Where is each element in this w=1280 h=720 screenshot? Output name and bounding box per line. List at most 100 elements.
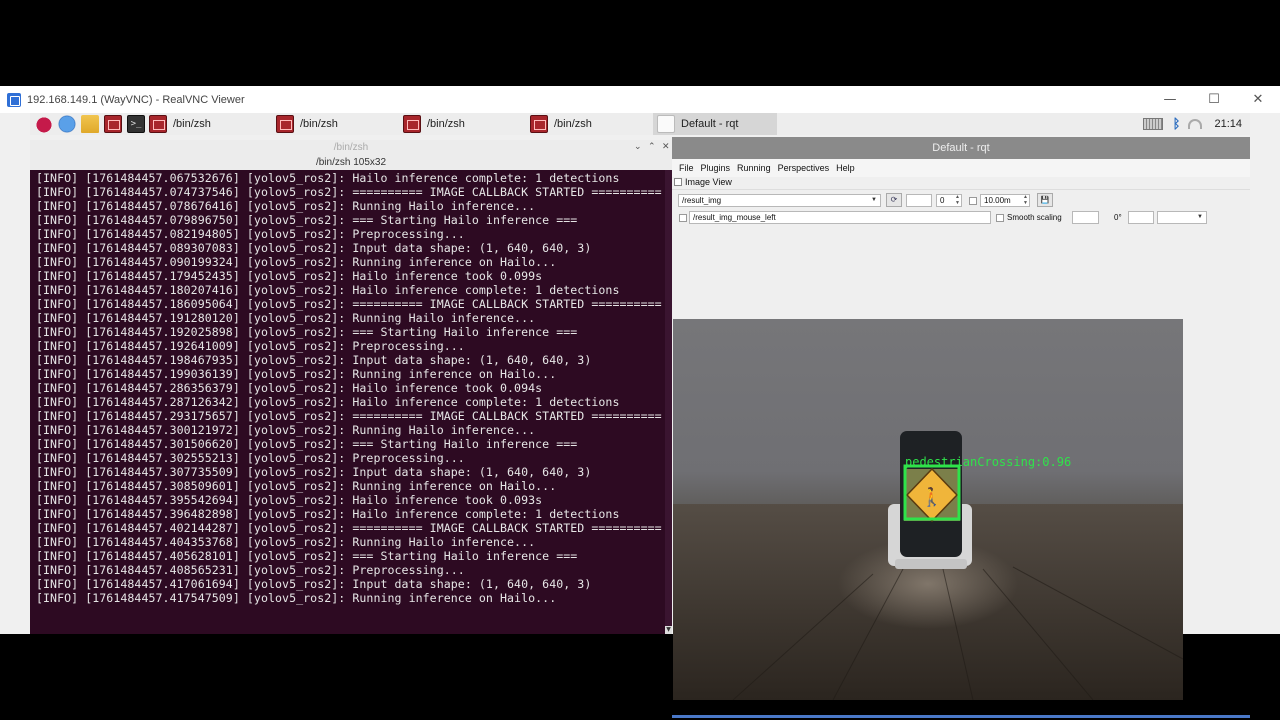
rqt-window: Default - rqt File Plugins Running Persp… — [672, 137, 1250, 718]
mouse-topic-input[interactable]: /result_img_mouse_left — [689, 211, 991, 224]
camera-scene: 🚶 pedestrianCrossing:0.96 — [673, 431, 1183, 700]
task-label: Default - rqt — [681, 118, 739, 130]
rqt-status-strip — [672, 715, 1250, 718]
task-label: /bin/zsh — [300, 118, 338, 130]
window-title: 192.168.149.1 (WayVNC) - RealVNC Viewer — [27, 93, 245, 106]
plugin-dock-icon[interactable] — [674, 178, 682, 186]
system-tray: ᛒ 21:14 — [1142, 113, 1250, 135]
terminal-close-icon[interactable]: ✕ — [662, 142, 670, 152]
chevron-down-icon: ▼ — [871, 197, 877, 203]
rqt-window-icon — [657, 115, 675, 133]
rotation-label: 0° — [1114, 213, 1122, 222]
stand-base — [895, 559, 967, 569]
terminal-icon — [276, 115, 294, 133]
plugin-title-label: Image View — [685, 177, 732, 187]
terminal-line: [INFO] [1761484457.089307083] [yolov5_ro… — [36, 241, 592, 255]
save-image-button[interactable]: 💾 — [1037, 193, 1053, 207]
task-label: /bin/zsh — [427, 118, 465, 130]
taskbar-task-rqt[interactable]: Default - rqt — [653, 113, 777, 135]
taskbar-task-zsh-3[interactable]: /bin/zsh — [399, 113, 526, 135]
terminal-line: [INFO] [1761484457.308509601] [yolov5_ro… — [36, 479, 557, 493]
vnc-titlebar: 192.168.149.1 (WayVNC) - RealVNC Viewer … — [0, 86, 1280, 113]
blank-field[interactable] — [906, 194, 932, 207]
file-manager-icon[interactable] — [81, 115, 99, 133]
terminal-line: [INFO] [1761484457.300121972] [yolov5_ro… — [36, 423, 536, 437]
menu-perspectives[interactable]: Perspectives — [778, 163, 830, 173]
terminal-line: [INFO] [1761484457.396482898] [yolov5_ro… — [36, 507, 620, 521]
taskbar-task-zsh-1[interactable]: /bin/zsh — [145, 113, 272, 135]
terminal-icon — [530, 115, 548, 133]
terminal-line: [INFO] [1761484457.078676416] [yolov5_ro… — [36, 199, 536, 213]
timeout-spinbox[interactable]: 10.00m ▲ ▼ — [980, 194, 1030, 207]
taskbar: >_ /bin/zsh /bin/zsh /bin/zsh /bin/zsh D… — [30, 113, 1250, 135]
terminal-line: [INFO] [1761484457.301506620] [yolov5_ro… — [36, 437, 578, 451]
wifi-icon[interactable] — [1188, 119, 1203, 129]
raspberry-menu-icon[interactable] — [35, 115, 53, 133]
terminal-line: [INFO] [1761484457.286356379] [yolov5_ro… — [36, 381, 543, 395]
terminal-line: [INFO] [1761484457.287126342] [yolov5_ro… — [36, 395, 620, 409]
smooth-scaling-checkbox[interactable] — [996, 214, 1004, 222]
terminal-icon — [403, 115, 421, 133]
frame-spin-value: 0 — [940, 196, 945, 205]
terminal-line: [INFO] [1761484457.307735509] [yolov5_ro… — [36, 465, 592, 479]
camera-image[interactable]: 🚶 pedestrianCrossing:0.96 — [673, 319, 1183, 700]
plugin-title: Image View — [674, 177, 732, 187]
terminal-scrollbar[interactable]: ▼ — [665, 170, 672, 634]
frame-spinbox[interactable]: 0 ▲ ▼ — [936, 194, 962, 207]
keyboard-icon[interactable] — [1142, 118, 1163, 130]
terminal-window[interactable]: /bin/zsh /bin/zsh 105x32 ⌄ ⌃ ✕ [INFO] [1… — [30, 140, 672, 634]
spin-arrows-icon: ▲ ▼ — [955, 194, 960, 206]
bluetooth-icon[interactable]: ᛒ — [1173, 117, 1181, 132]
maximize-button[interactable]: ☐ — [1192, 86, 1236, 113]
refresh-topics-button[interactable]: ⟳ — [886, 193, 902, 207]
menu-file[interactable]: File — [679, 163, 694, 173]
terminal-output[interactable]: [INFO] [1761484457.067532676] [yolov5_ro… — [36, 171, 666, 605]
taskbar-task-zsh-4[interactable]: /bin/zsh — [526, 113, 653, 135]
terminal-line: [INFO] [1761484457.404353768] [yolov5_ro… — [36, 535, 536, 549]
detection-label: pedestrianCrossing:0.96 — [905, 455, 1071, 469]
scale-field[interactable] — [1072, 211, 1099, 224]
terminal-line: [INFO] [1761484457.402144287] [yolov5_ro… — [36, 521, 662, 535]
menu-plugins[interactable]: Plugins — [701, 163, 731, 173]
mouse-publish-checkbox[interactable] — [679, 214, 687, 222]
topic-select[interactable]: /result_img ▼ — [678, 194, 881, 207]
menu-help[interactable]: Help — [836, 163, 855, 173]
close-button[interactable]: ✕ — [1236, 86, 1280, 113]
terminal-line: [INFO] [1761484457.180207416] [yolov5_ro… — [36, 283, 620, 297]
rotation-select[interactable]: ▼ — [1157, 211, 1207, 224]
terminal-size-label: /bin/zsh 105x32 — [315, 157, 387, 168]
rotation-field[interactable] — [1128, 211, 1154, 224]
terminal-line: [INFO] [1761484457.293175657] [yolov5_ro… — [36, 409, 662, 423]
rqt-titlebar: Default - rqt — [672, 137, 1250, 159]
task-label: /bin/zsh — [554, 118, 592, 130]
timeout-checkbox[interactable] — [969, 197, 977, 205]
timeout-value: 10.00m — [984, 196, 1011, 205]
terminal-header: /bin/zsh /bin/zsh 105x32 ⌄ ⌃ ✕ — [30, 140, 672, 170]
rqt-menubar: File Plugins Running Perspectives Help — [672, 159, 1250, 177]
browser-icon[interactable] — [58, 115, 76, 133]
terminal-line: [INFO] [1761484457.082194805] [yolov5_ro… — [36, 227, 465, 241]
vnc-viewer-window: 192.168.149.1 (WayVNC) - RealVNC Viewer … — [0, 86, 1280, 718]
task-label: /bin/zsh — [173, 118, 211, 130]
menu-running[interactable]: Running — [737, 163, 771, 173]
terminal-line: [INFO] [1761484457.067532676] [yolov5_ro… — [36, 171, 620, 185]
scroll-down-arrow-icon[interactable]: ▼ — [665, 626, 672, 634]
terminal-line: [INFO] [1761484457.074737546] [yolov5_ro… — [36, 185, 662, 199]
terminal-line: [INFO] [1761484457.408565231] [yolov5_ro… — [36, 563, 465, 577]
smooth-scaling-label: Smooth scaling — [1007, 213, 1062, 222]
terminal-line: [INFO] [1761484457.090199324] [yolov5_ro… — [36, 255, 557, 269]
terminal-line: [INFO] [1761484457.417061694] [yolov5_ro… — [36, 577, 592, 591]
terminal-line: [INFO] [1761484457.302555213] [yolov5_ro… — [36, 451, 465, 465]
topic-value: /result_img — [682, 196, 722, 205]
minimize-button[interactable]: — — [1148, 86, 1192, 113]
terminal-icon — [149, 115, 167, 133]
terminal-line: [INFO] [1761484457.405628101] [yolov5_ro… — [36, 549, 578, 563]
shell-launcher-icon[interactable]: >_ — [127, 115, 145, 133]
chevron-down-icon[interactable]: ⌄ — [634, 142, 642, 152]
taskbar-task-zsh-2[interactable]: /bin/zsh — [272, 113, 399, 135]
clock: 21:14 — [1214, 118, 1242, 130]
chevron-up-icon[interactable]: ⌃ — [648, 142, 656, 152]
terminal-line: [INFO] [1761484457.179452435] [yolov5_ro… — [36, 269, 543, 283]
terminal-launcher-icon[interactable] — [104, 115, 122, 133]
terminal-line: [INFO] [1761484457.191280120] [yolov5_ro… — [36, 311, 536, 325]
